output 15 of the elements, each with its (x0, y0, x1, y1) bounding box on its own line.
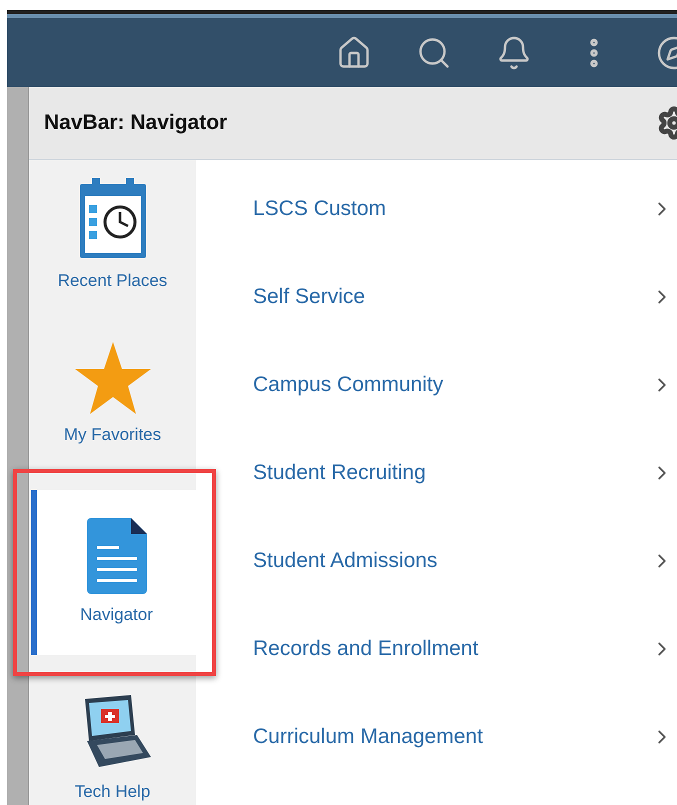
sidebar-item[interactable]: My Favorites (29, 310, 196, 480)
menu-item[interactable]: Student Recruiting (196, 429, 677, 517)
menu-item[interactable]: LSCS Custom (196, 165, 677, 253)
sidebar-item[interactable]: Tech Help (29, 675, 196, 805)
menu-item[interactable]: Self Service (196, 253, 677, 341)
panel-title: NavBar: Navigator (44, 110, 228, 136)
sidebar-item[interactable]: Navigator (31, 490, 196, 655)
menu-item[interactable]: Student Admissions (196, 517, 677, 605)
menu-item[interactable]: Curriculum Management (196, 693, 677, 781)
menu-item[interactable]: Records and Enrollment (196, 605, 677, 693)
sidebar-item[interactable]: Recent Places (29, 160, 196, 310)
menu-item[interactable]: Campus Community (196, 341, 677, 429)
document-icon (86, 518, 146, 594)
star-icon (74, 342, 150, 414)
calendar-clock-icon (78, 176, 148, 260)
